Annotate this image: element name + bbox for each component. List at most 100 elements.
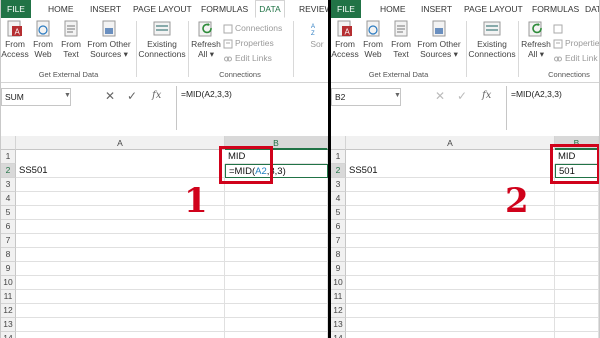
row-header[interactable]: 8 [331,248,346,262]
from-web-button[interactable]: From Web [30,20,56,59]
empty-cell[interactable] [346,234,555,248]
empty-cell[interactable] [16,248,225,262]
from-text-button[interactable]: From Text [388,20,414,59]
from-access-button[interactable]: A From Access [331,20,359,59]
refresh-all-button[interactable]: Refresh All ▾ [190,20,222,59]
empty-cell[interactable] [16,290,225,304]
tab-insert[interactable]: INSERT [90,0,121,18]
cancel-icon[interactable]: ✕ [435,89,445,103]
edit-links-button[interactable]: Edit Links [223,52,272,64]
empty-cell[interactable] [16,220,225,234]
empty-cell[interactable] [225,276,328,290]
empty-cell[interactable] [346,304,555,318]
row-header[interactable]: 7 [1,234,16,248]
from-web-button[interactable]: From Web [360,20,386,59]
empty-cell[interactable] [555,276,599,290]
row-header[interactable]: 4 [331,192,346,206]
name-box-dropdown-icon[interactable]: ▼ [394,88,401,104]
connections-button[interactable] [553,22,565,34]
column-header-a[interactable]: A [346,136,555,150]
name-box-dropdown-icon[interactable]: ▼ [64,88,71,104]
empty-cell[interactable] [555,248,599,262]
row-header[interactable]: 12 [331,304,346,318]
name-box[interactable]: B2 [331,88,401,106]
empty-cell[interactable] [225,290,328,304]
row-header[interactable]: 2 [1,164,16,178]
name-box[interactable]: SUM [1,88,71,106]
empty-cell[interactable] [555,234,599,248]
existing-connections-button[interactable]: Existing Connections [467,20,517,59]
empty-cell[interactable] [346,290,555,304]
empty-cell[interactable] [225,192,328,206]
row-header[interactable]: 9 [1,262,16,276]
empty-cell[interactable] [16,262,225,276]
select-all-corner[interactable] [331,136,346,150]
empty-cell[interactable] [225,318,328,332]
tab-data[interactable]: DATA [585,0,599,18]
empty-cell[interactable] [16,276,225,290]
enter-icon[interactable]: ✓ [127,89,137,103]
empty-cell[interactable] [346,248,555,262]
empty-cell[interactable] [225,262,328,276]
cell-a2[interactable]: SS501 [16,164,225,178]
row-header[interactable]: 14 [331,332,346,338]
existing-connections-button[interactable]: Existing Connections [137,20,187,59]
row-header[interactable]: 8 [1,248,16,262]
row-header[interactable]: 2 [331,164,346,178]
tab-review[interactable]: REVIEW [299,0,328,18]
sort-button[interactable]: AZ Sor [307,20,327,49]
tab-page-layout[interactable]: PAGE LAYOUT [133,0,192,18]
empty-cell[interactable] [346,220,555,234]
empty-cell[interactable] [555,262,599,276]
empty-cell[interactable] [225,206,328,220]
row-header[interactable]: 1 [1,150,16,164]
empty-cell[interactable] [16,234,225,248]
tab-formulas[interactable]: FORMULAS [532,0,579,18]
empty-cell[interactable] [346,332,555,338]
formula-input[interactable]: =MID(A2,3,3) [506,86,599,130]
empty-cell[interactable] [346,262,555,276]
from-access-button[interactable]: A From Access [1,20,29,59]
empty-cell[interactable] [16,318,225,332]
empty-cell[interactable] [346,318,555,332]
column-header-a[interactable]: A [16,136,225,150]
row-header[interactable]: 3 [331,178,346,192]
refresh-all-button[interactable]: Refresh All ▾ [520,20,552,59]
row-header[interactable]: 10 [1,276,16,290]
cell-a2[interactable]: SS501 [346,164,555,178]
from-text-button[interactable]: From Text [58,20,84,59]
properties-button[interactable]: Properties [223,37,274,49]
from-other-sources-button[interactable]: From Other Sources ▾ [416,20,462,59]
cancel-icon[interactable]: ✕ [105,89,115,103]
empty-cell[interactable] [555,332,599,338]
empty-cell[interactable] [16,304,225,318]
row-header[interactable]: 10 [331,276,346,290]
empty-cell[interactable] [555,318,599,332]
edit-links-button[interactable]: Edit Link [553,52,598,64]
row-header[interactable]: 11 [331,290,346,304]
empty-cell[interactable] [555,192,599,206]
row-header[interactable]: 6 [331,220,346,234]
empty-cell[interactable] [16,332,225,338]
row-header[interactable]: 9 [331,262,346,276]
row-header[interactable]: 12 [1,304,16,318]
empty-cell[interactable] [225,332,328,338]
empty-cell[interactable] [225,220,328,234]
row-header[interactable]: 5 [1,206,16,220]
tab-formulas[interactable]: FORMULAS [201,0,248,18]
properties-button[interactable]: Propertie [553,37,599,49]
tab-home[interactable]: HOME [380,0,406,18]
enter-icon[interactable]: ✓ [457,89,467,103]
row-header[interactable]: 11 [1,290,16,304]
tab-insert[interactable]: INSERT [421,0,452,18]
row-header[interactable]: 14 [1,332,16,338]
empty-cell[interactable] [555,220,599,234]
tab-home[interactable]: HOME [48,0,74,18]
row-header[interactable]: 7 [331,234,346,248]
empty-cell[interactable] [555,290,599,304]
empty-cell[interactable] [555,206,599,220]
row-header[interactable]: 3 [1,178,16,192]
empty-cell[interactable] [346,276,555,290]
row-header[interactable]: 13 [1,318,16,332]
empty-cell[interactable] [555,304,599,318]
